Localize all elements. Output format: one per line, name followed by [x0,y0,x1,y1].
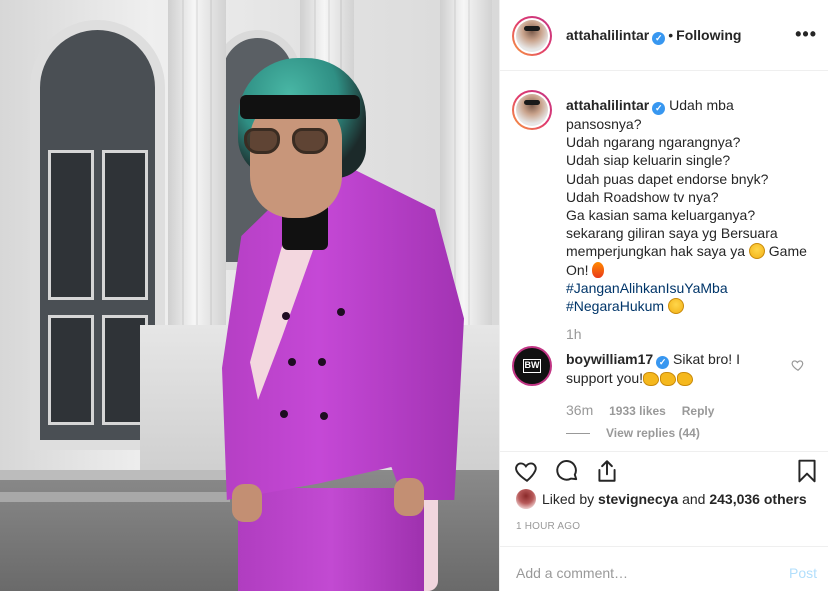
jacket-button [282,312,290,320]
caption-author-avatar[interactable] [512,90,552,130]
verified-badge-icon: ✓ [656,356,670,369]
headband [240,95,360,119]
hand [232,484,262,522]
comment-meta: 36m 1933 likes Reply [566,402,714,418]
post-side-panel: attahalilintar ✓ • Following ••• attahalili… [499,0,828,591]
commenter-logo: BW [523,359,541,373]
caption-line: Udah ngarang ngarangnya? [566,134,741,151]
jacket-button [288,358,296,366]
reply-button[interactable]: Reply [682,404,715,418]
view-replies-button[interactable]: View replies (44) [566,426,700,440]
comment-input[interactable]: Add a comment… [516,565,628,581]
comment-likes[interactable]: 1933 likes [609,404,666,418]
comment-text: Sikat bro! I [673,351,740,367]
jacket-button [280,410,288,418]
commenter-username[interactable]: boywilliam17 [566,351,653,367]
liked-by: Liked by stevignecya and 243,036 others [516,489,807,509]
caption-line: Udah siap keluarin single? [566,152,731,169]
post-photo[interactable] [0,0,499,591]
hashtag-link[interactable]: #JanganAlihkanIsuYaMba [566,280,728,296]
add-comment-bar: Add a comment… Post [500,546,828,591]
share-button[interactable] [594,458,622,486]
heart-icon [515,462,537,482]
caption-line: Udah puas dapet endorse bnyk? [566,170,769,187]
caption-line: Udah Roadshow tv nya? [566,188,719,205]
header-user-line: attahalilintar ✓ • Following [566,27,741,45]
author-avatar[interactable] [512,16,552,56]
caption-line: pansosnya? [566,116,642,132]
post-comment-button[interactable]: Post [789,565,817,581]
comment-timestamp[interactable]: 36m [566,402,593,418]
caption-line: Ga kasian sama keluarganya? [566,207,756,224]
photo-person [0,0,499,591]
likes-count[interactable]: 243,036 others [709,491,806,507]
flexed-biceps-emoji-icon [643,372,660,386]
save-button[interactable] [794,458,822,486]
bookmark-icon [798,459,816,483]
comment-text: support you! [566,370,644,386]
flexed-biceps-emoji-icon [677,372,694,386]
comment: boywilliam17 ✓ Sikat bro! I support you! [566,350,791,387]
caption-line: On! [566,261,589,278]
comment-button[interactable] [554,458,582,486]
smile-emoji-icon [667,298,684,315]
following-button[interactable]: Following [676,27,741,43]
jacket-button [320,412,328,420]
share-icon [598,460,616,482]
sunglasses-lens [244,128,280,154]
comment-bubble-icon [556,460,578,481]
verified-badge-icon: ✓ [652,32,666,45]
caption-line: Game [768,243,807,260]
post-caption: attahalilintar ✓ Udah mba pansosnya? Udah… [566,96,821,315]
fire-emoji-icon [592,261,605,278]
caption-line: sekarang giliran saya yg Bersuara [566,225,778,242]
replies-divider [566,433,590,435]
like-button[interactable] [514,458,542,486]
grinning-emoji-icon [748,243,765,260]
action-bar [500,451,828,491]
caption-line: memperjungkan hak saya ya [566,243,745,260]
verified-badge-icon: ✓ [652,102,666,115]
caption-line: Udah mba [669,97,734,113]
hand [394,478,424,516]
flexed-biceps-emoji-icon [660,372,677,386]
hashtag-link[interactable]: #NegaraHukum [566,298,664,314]
post-timestamp[interactable]: 1 HOUR AGO [516,521,580,532]
commenter-avatar[interactable]: BW [512,346,552,386]
view-replies-label: View replies (44) [606,426,700,440]
liker-username[interactable]: stevignecya [598,491,678,507]
post-header: attahalilintar ✓ • Following ••• [500,0,828,71]
caption-timestamp[interactable]: 1h [566,326,582,342]
sunglasses-lens [292,128,328,154]
liked-by-prefix: Liked by [542,491,595,507]
separator-dot: • [668,27,674,43]
more-options-icon[interactable]: ••• [795,24,817,45]
jacket-button [337,308,345,316]
comment-like-heart-icon[interactable] [791,358,805,372]
author-username[interactable]: attahalilintar [566,27,649,43]
jacket-button [318,358,326,366]
liker-avatar[interactable] [516,489,536,509]
liked-by-connector: and [682,491,706,507]
caption-username[interactable]: attahalilintar [566,97,649,113]
